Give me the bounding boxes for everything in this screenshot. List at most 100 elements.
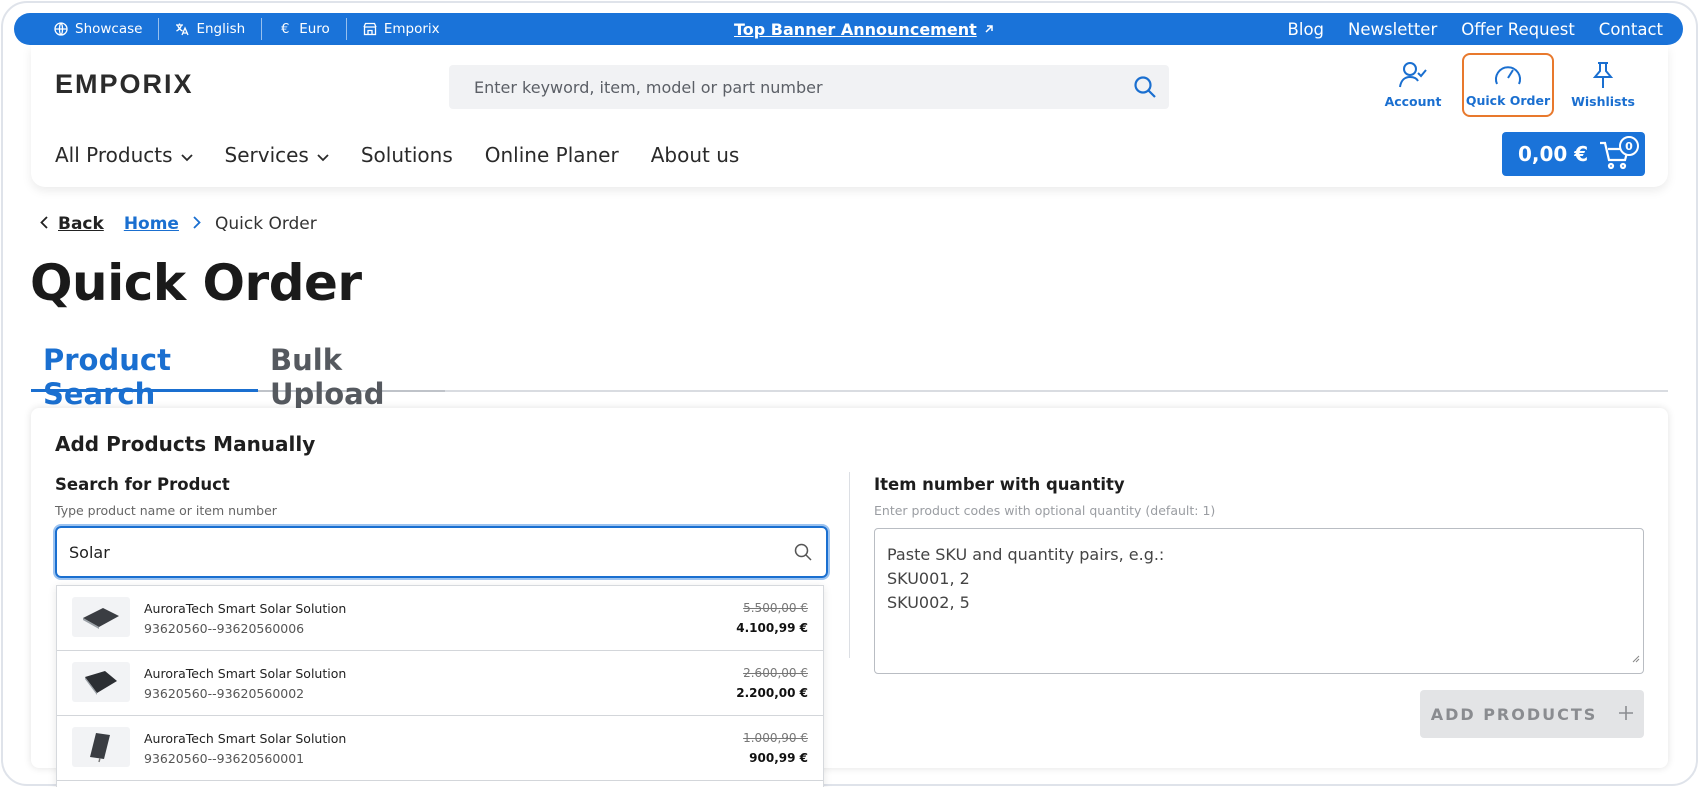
- add-products-label: ADD PRODUCTS: [1430, 704, 1598, 724]
- breadcrumb: Back Home Quick Order: [40, 214, 317, 234]
- account-button[interactable]: Account: [1370, 53, 1456, 117]
- globe-icon: [54, 22, 68, 36]
- announcement-link[interactable]: Top Banner Announcement: [734, 13, 995, 45]
- emporix-logo: EMPORIX: [55, 69, 194, 99]
- offer-request-link[interactable]: Offer Request: [1449, 20, 1587, 39]
- nav-all-products-label: All Products: [55, 143, 173, 167]
- product-name: AuroraTech Smart Solar Solution: [144, 666, 347, 681]
- account-icon: [1398, 61, 1428, 92]
- announcement-text: Top Banner Announcement: [734, 19, 977, 39]
- currency-selector[interactable]: € Euro: [262, 21, 346, 37]
- search-icon[interactable]: [1121, 65, 1169, 109]
- product-old-price: 5.500,00 €: [743, 601, 808, 615]
- nav-solutions-label: Solutions: [360, 143, 453, 167]
- euro-icon: €: [281, 21, 290, 37]
- translate-icon: [175, 22, 190, 36]
- resize-grip-icon[interactable]: [1632, 646, 1640, 670]
- tab-bulk-upload[interactable]: Bulk Upload: [258, 337, 445, 411]
- nav-solutions[interactable]: Solutions: [361, 143, 453, 167]
- top-banner: Showcase English € Euro Emporix Top Bann…: [14, 13, 1683, 45]
- chevron-down-icon: [180, 143, 193, 167]
- page-title: Quick Order: [30, 254, 362, 312]
- quick-order-label: Quick Order: [1465, 93, 1551, 108]
- product-thumbnail: [72, 727, 130, 767]
- product-thumbnail: [72, 597, 130, 637]
- nav-all-products[interactable]: All Products: [55, 143, 193, 167]
- tab-product-search[interactable]: Product Search: [31, 337, 258, 411]
- add-products-button[interactable]: ADD PRODUCTS: [1420, 690, 1644, 738]
- language-label: English: [196, 21, 246, 37]
- search-product-label: Search for Product: [55, 475, 230, 494]
- newsletter-link[interactable]: Newsletter: [1336, 20, 1449, 39]
- search-input[interactable]: Enter keyword, item, model or part numbe…: [449, 78, 1121, 97]
- currency-label: Euro: [299, 21, 330, 37]
- search-product-hint: Type product name or item number: [55, 503, 277, 518]
- chevron-down-icon: [317, 143, 329, 167]
- search-bar[interactable]: Enter keyword, item, model or part numbe…: [449, 65, 1169, 109]
- topbar-settings: Showcase English € Euro Emporix: [14, 18, 456, 40]
- breadcrumb-home-link[interactable]: Home: [124, 214, 179, 234]
- language-selector[interactable]: English: [159, 21, 261, 37]
- plus-icon: [1619, 705, 1634, 724]
- textarea-placeholder-line: SKU001, 2: [887, 569, 970, 588]
- product-sku: 93620560--93620560002: [144, 686, 305, 701]
- search-results-dropdown: AuroraTech Smart Solar Solution 93620560…: [56, 585, 824, 787]
- nav-about-us-label: About us: [650, 143, 740, 167]
- product-old-price: 2.600,00 €: [743, 666, 808, 680]
- product-thumbnail: [72, 662, 130, 702]
- chevron-right-icon: [193, 214, 201, 234]
- product-search-value: Solar: [69, 542, 110, 562]
- product-search-input[interactable]: Solar: [55, 526, 828, 578]
- search-result-item[interactable]: AuroraTech Smart Solar Solution 93620560…: [57, 586, 823, 651]
- nav-services[interactable]: Services: [225, 143, 329, 167]
- cart-total: 0,00 €: [1518, 142, 1589, 166]
- chevron-left-icon: [40, 214, 48, 234]
- product-price: 900,99 €: [749, 751, 808, 765]
- bulk-entry-label: Item number with quantity: [874, 475, 1125, 494]
- store-icon: [363, 22, 377, 36]
- product-old-price: 1.000,90 €: [743, 731, 808, 745]
- pin-icon: [1590, 61, 1616, 92]
- search-result-item[interactable]: AuroraTech Smart Solar Solution 93620560…: [57, 716, 823, 781]
- main-nav: All Products Services Solutions Online P…: [55, 143, 739, 167]
- account-label: Account: [1384, 94, 1442, 109]
- breadcrumb-current: Quick Order: [214, 214, 317, 234]
- textarea-placeholder-line: SKU002, 5: [887, 593, 970, 612]
- header-actions: Account Quick Order Wishlists: [1370, 53, 1646, 117]
- nav-about-us[interactable]: About us: [651, 143, 740, 167]
- nav-services-label: Services: [224, 143, 309, 167]
- external-arrow-icon: [983, 20, 995, 39]
- blog-link[interactable]: Blog: [1276, 20, 1336, 39]
- showcase-label: Showcase: [75, 21, 143, 37]
- back-link[interactable]: Back: [40, 214, 104, 234]
- product-price: 4.100,99 €: [736, 621, 808, 635]
- bulk-entry-hint: Enter product codes with optional quanti…: [874, 503, 1216, 518]
- logo[interactable]: EMPORIX: [55, 69, 205, 106]
- textarea-placeholder-line: Paste SKU and quantity pairs, e.g.:: [887, 545, 1165, 564]
- site-header: EMPORIX Enter keyword, item, model or pa…: [31, 45, 1668, 187]
- contact-link[interactable]: Contact: [1587, 20, 1675, 39]
- speedometer-icon: [1493, 62, 1523, 91]
- nav-online-planer-label: Online Planer: [484, 143, 619, 167]
- site-selector[interactable]: Emporix: [347, 21, 456, 37]
- column-divider: [849, 472, 850, 658]
- product-sku: 93620560--93620560006: [144, 621, 305, 636]
- product-name: AuroraTech Smart Solar Solution: [144, 731, 347, 746]
- wishlists-label: Wishlists: [1571, 94, 1635, 109]
- showcase-selector[interactable]: Showcase: [54, 21, 158, 37]
- search-icon[interactable]: [780, 543, 826, 561]
- wishlists-button[interactable]: Wishlists: [1560, 53, 1646, 117]
- product-price: 2.200,00 €: [736, 686, 808, 700]
- search-result-item[interactable]: AuroraTech Smart Solar Solution 93620560…: [57, 651, 823, 716]
- cart-button[interactable]: 0,00 € 0: [1502, 132, 1645, 176]
- cart-count-badge: 0: [1619, 136, 1639, 156]
- product-name: AuroraTech Smart Solar Solution: [144, 601, 347, 616]
- sku-quantity-textarea[interactable]: Paste SKU and quantity pairs, e.g.: SKU0…: [874, 528, 1644, 674]
- nav-online-planer[interactable]: Online Planer: [485, 143, 619, 167]
- back-label: Back: [58, 214, 104, 234]
- topbar-links: Blog Newsletter Offer Request Contact: [1276, 13, 1675, 45]
- site-label: Emporix: [383, 21, 440, 37]
- card-title: Add Products Manually: [55, 432, 316, 456]
- quick-order-button[interactable]: Quick Order: [1462, 53, 1554, 117]
- svg-text:EMPORIX: EMPORIX: [55, 70, 194, 98]
